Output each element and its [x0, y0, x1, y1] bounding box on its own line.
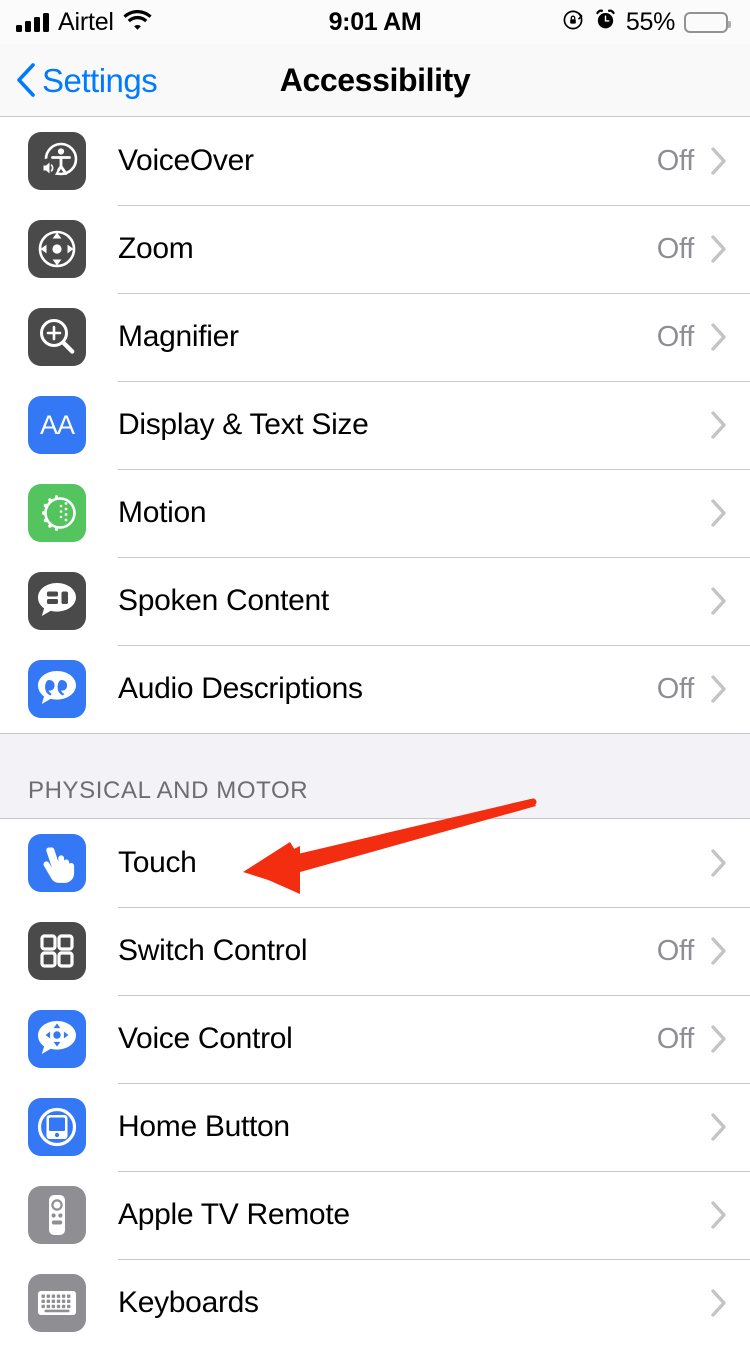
voice-control-icon — [28, 1010, 86, 1068]
display-text-size-icon: AA — [28, 396, 86, 454]
list-item-voiceover[interactable]: VoiceOver Off — [0, 117, 750, 205]
list-item-switch-control[interactable]: Switch Control Off — [0, 907, 750, 995]
status-bar: Airtel 9:01 AM 55% — [0, 0, 750, 44]
chevron-right-icon — [710, 498, 728, 528]
list-item-display-text-size[interactable]: AA Display & Text Size — [0, 381, 750, 469]
chevron-right-icon — [710, 322, 728, 352]
list-item-label: Zoom — [118, 232, 194, 265]
apple-tv-remote-icon — [28, 1186, 86, 1244]
chevron-right-icon — [710, 674, 728, 704]
alarm-clock-icon — [594, 8, 617, 36]
section-header-physical-and-motor: PHYSICAL AND MOTOR — [0, 733, 750, 819]
list-item-value: Off — [656, 934, 695, 967]
list-item-audio-descriptions[interactable]: Audio Descriptions Off — [0, 645, 750, 733]
list-item-voice-control[interactable]: Voice Control Off — [0, 995, 750, 1083]
switch-control-icon — [28, 922, 86, 980]
list-item-spoken-content[interactable]: Spoken Content — [0, 557, 750, 645]
list-item-label: Voice Control — [118, 1022, 293, 1055]
section-header-label: PHYSICAL AND MOTOR — [28, 777, 309, 804]
list-item-value: Off — [656, 232, 695, 265]
magnifier-icon — [28, 308, 86, 366]
list-item-label: Display & Text Size — [118, 408, 369, 441]
settings-list: VoiceOver Off Zoom Off Magnifier Off AA Display… — [0, 117, 750, 1347]
list-item-value: Off — [656, 320, 695, 353]
list-item-value: Off — [656, 672, 695, 705]
list-item-motion[interactable]: Motion — [0, 469, 750, 557]
list-item-label: Spoken Content — [118, 584, 329, 617]
voiceover-icon — [28, 132, 86, 190]
chevron-right-icon — [710, 410, 728, 440]
chevron-right-icon — [710, 936, 728, 966]
motion-icon — [28, 484, 86, 542]
battery-icon — [684, 11, 731, 33]
list-item-home-button[interactable]: Home Button — [0, 1083, 750, 1171]
touch-icon — [28, 834, 86, 892]
chevron-right-icon — [710, 234, 728, 264]
list-item-label: Magnifier — [118, 320, 239, 353]
chevron-left-icon — [16, 63, 36, 97]
list-item-value: Off — [656, 144, 695, 177]
home-button-icon — [28, 1098, 86, 1156]
chevron-right-icon — [710, 146, 728, 176]
status-bar-right: 55% — [372, 7, 731, 37]
back-button-label: Settings — [42, 61, 158, 99]
chevron-right-icon — [710, 1112, 728, 1142]
battery-percent-label: 55% — [625, 7, 675, 36]
list-item-label: Touch — [118, 846, 197, 879]
zoom-icon — [28, 220, 86, 278]
audio-descriptions-icon — [28, 660, 86, 718]
list-item-label: Switch Control — [118, 934, 308, 967]
spoken-content-icon — [28, 572, 86, 630]
list-item-label: Audio Descriptions — [118, 672, 363, 705]
chevron-right-icon — [710, 848, 728, 878]
list-item-touch[interactable]: Touch — [0, 819, 750, 907]
list-item-label: Home Button — [118, 1110, 290, 1143]
list-item-label: Motion — [118, 496, 207, 529]
chevron-right-icon — [710, 1024, 728, 1054]
chevron-right-icon — [710, 1288, 728, 1318]
rotation-lock-icon — [561, 8, 585, 37]
navigation-bar: Settings Accessibility — [0, 44, 750, 117]
back-button[interactable]: Settings — [16, 61, 158, 99]
list-item-label: VoiceOver — [118, 144, 254, 177]
keyboards-icon — [28, 1274, 86, 1332]
chevron-right-icon — [710, 1200, 728, 1230]
list-item-label: Apple TV Remote — [118, 1198, 350, 1231]
list-item-magnifier[interactable]: Magnifier Off — [0, 293, 750, 381]
list-item-zoom[interactable]: Zoom Off — [0, 205, 750, 293]
list-item-label: Keyboards — [118, 1286, 259, 1319]
list-item-value: Off — [656, 1022, 695, 1055]
list-item-apple-tv-remote[interactable]: Apple TV Remote — [0, 1171, 750, 1259]
chevron-right-icon — [710, 586, 728, 616]
